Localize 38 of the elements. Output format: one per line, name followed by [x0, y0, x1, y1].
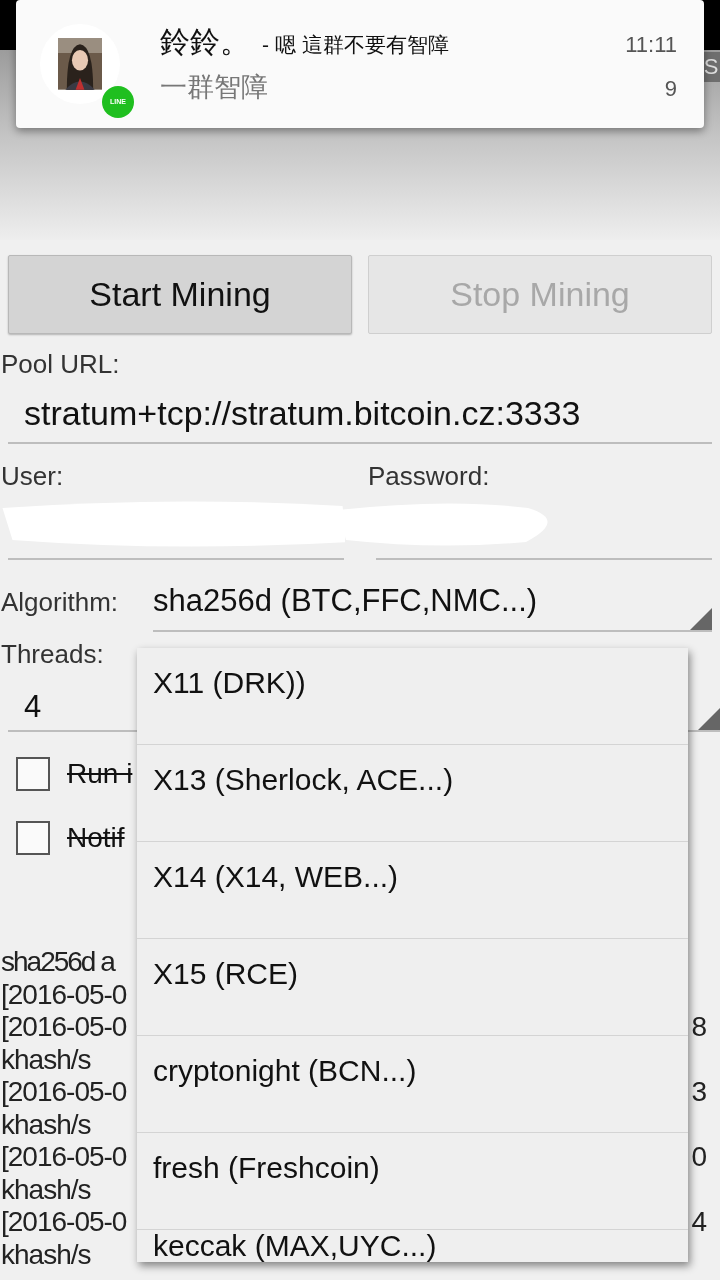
pool-url-label: Pool URL: — [0, 348, 121, 381]
notification-time: 11:11 — [625, 32, 677, 58]
log-text: khash/s — [1, 1238, 91, 1270]
dropdown-option[interactable]: cryptonight (BCN...) — [137, 1036, 688, 1133]
notification-message: - 嗯 這群不要有智障 — [262, 32, 449, 58]
log-text: khash/s — [1, 1108, 91, 1140]
dropdown-option[interactable]: X13 (Sherlock, ACE...) — [137, 745, 688, 842]
algorithm-spinner[interactable]: sha256d (BTC,FFC,NMC...) — [153, 572, 712, 632]
checkbox-label[interactable]: Run i — [67, 758, 133, 790]
log-text: khash/s — [1, 1173, 91, 1205]
notification-group: 一群智障 — [160, 69, 268, 105]
password-label: Password: — [368, 460, 491, 493]
log-text: [2016-05-0 — [1, 1141, 127, 1172]
notification-sender: 鈴鈴。 — [160, 24, 250, 60]
dropdown-option[interactable]: X11 (DRK)) — [137, 648, 688, 745]
log-text: [2016-05-0 — [1, 1011, 127, 1042]
dropdown-option[interactable]: X15 (RCE) — [137, 939, 688, 1036]
log-text: [2016-05-0 — [1, 1206, 127, 1237]
log-text: [2016-05-0 — [1, 978, 127, 1010]
threads-label: Threads: — [0, 638, 105, 671]
checkbox-label[interactable]: Notif — [67, 822, 125, 854]
mining-button[interactable]: Start Mining — [8, 255, 352, 334]
log-text: [2016-05-0 — [1, 1076, 127, 1107]
log-text: 0 — [691, 1141, 706, 1174]
log-text: 4 — [691, 1206, 706, 1239]
log-text: 3 — [691, 1076, 706, 1109]
dropdown-option[interactable]: keccak (MAX,UYC...) — [137, 1230, 688, 1262]
log-text: khash/s — [1, 1043, 91, 1075]
checkbox[interactable] — [16, 757, 50, 791]
user-label: User: — [0, 460, 65, 493]
algorithm-label: Algorithm: — [0, 586, 120, 619]
notification-count: 9 — [664, 76, 677, 102]
dropdown-option[interactable]: fresh (Freshcoin) — [137, 1133, 688, 1230]
dropdown-option[interactable]: X14 (X14, WEB...) — [137, 842, 688, 939]
log-text: 8 — [691, 1011, 706, 1044]
pool-url-field[interactable]: stratum+tcp://stratum.bitcoin.cz:3333 — [8, 384, 712, 444]
checkbox[interactable] — [16, 821, 50, 855]
log-text: sha256d a — [1, 946, 114, 977]
